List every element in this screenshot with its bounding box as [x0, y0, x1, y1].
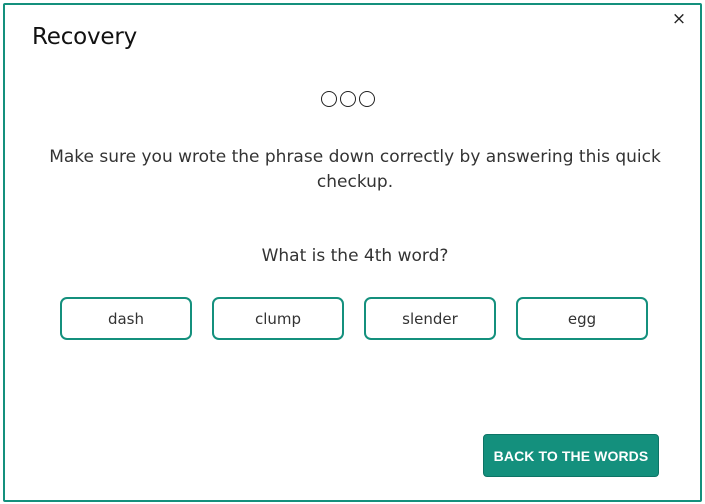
progress-step-3: [359, 91, 375, 107]
question-text: What is the 4th word?: [261, 246, 449, 266]
recovery-dialog: Recovery × Make sure you wrote the phras…: [3, 3, 702, 502]
option-button-slender[interactable]: slender: [364, 297, 496, 340]
progress-indicator: [321, 91, 375, 107]
close-icon[interactable]: ×: [670, 10, 688, 28]
word-options: dash clump slender egg: [60, 297, 648, 340]
dialog-title: Recovery: [32, 24, 138, 50]
option-button-dash[interactable]: dash: [60, 297, 192, 340]
progress-step-1: [321, 91, 337, 107]
option-button-egg[interactable]: egg: [516, 297, 648, 340]
back-to-words-button[interactable]: BACK TO THE WORDS: [483, 434, 659, 477]
instructions-text: Make sure you wrote the phrase down corr…: [49, 147, 661, 192]
progress-step-2: [340, 91, 356, 107]
option-button-clump[interactable]: clump: [212, 297, 344, 340]
